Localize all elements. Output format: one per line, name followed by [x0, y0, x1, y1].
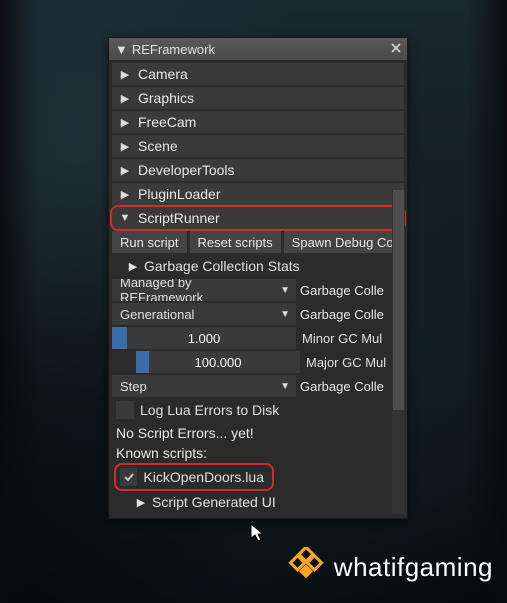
expand-icon: ▶	[118, 188, 132, 201]
gc-stats-header[interactable]: ▶ Garbage Collection Stats	[112, 255, 404, 277]
gc-step-label: Garbage Colle	[300, 375, 384, 397]
known-script-item[interactable]: KickOpenDoors.lua	[116, 465, 272, 489]
script-name: KickOpenDoors.lua	[143, 469, 264, 485]
combo-value: Managed by REFramework	[120, 279, 272, 301]
combo-value: Generational	[120, 307, 194, 322]
major-gc-slider[interactable]: 100.000	[136, 351, 300, 373]
tree-item-camera[interactable]: ▶ Camera	[112, 63, 404, 85]
watermark-logo: whatifgaming	[284, 547, 493, 587]
gc-stats-label: Garbage Collection Stats	[144, 258, 300, 274]
vertical-scrollbar[interactable]	[392, 190, 405, 514]
scrollbar-thumb[interactable]	[393, 190, 404, 410]
spawn-debug-button[interactable]: Spawn Debug Co	[284, 231, 402, 253]
gc-managed-combo[interactable]: Managed by REFramework ▼	[112, 279, 296, 301]
tree-label: ScriptRunner	[138, 210, 220, 226]
tree-label: Camera	[138, 66, 188, 82]
chevron-down-icon: ▼	[280, 285, 290, 296]
window-body: ▶ Camera ▶ Graphics ▶ FreeCam ▶ Scene ▶ …	[109, 60, 407, 518]
close-icon[interactable]	[389, 42, 403, 57]
gc-type-combo[interactable]: Generational ▼	[112, 303, 296, 325]
collapse-icon: ▼	[118, 212, 132, 224]
log-errors-label: Log Lua Errors to Disk	[140, 402, 279, 418]
tree-item-developertools[interactable]: ▶ DeveloperTools	[112, 159, 404, 181]
tree-label: DeveloperTools	[138, 162, 235, 178]
minor-gc-slider[interactable]: 1.000	[112, 327, 296, 349]
brand-icon	[284, 547, 328, 587]
reframework-window: ▼ REFramework ▶ Camera ▶ Graphics ▶ Free…	[108, 37, 408, 519]
brand-text: whatifgaming	[334, 552, 493, 583]
expand-icon: ▶	[118, 164, 132, 177]
tree-item-pluginloader[interactable]: ▶ PluginLoader	[112, 183, 404, 205]
tree-item-freecam[interactable]: ▶ FreeCam	[112, 111, 404, 133]
expand-icon: ▶	[118, 92, 132, 105]
tree-item-graphics[interactable]: ▶ Graphics	[112, 87, 404, 109]
chevron-down-icon: ▼	[280, 381, 290, 392]
gc-step-combo[interactable]: Step ▼	[112, 375, 296, 397]
expand-icon: ▶	[134, 496, 148, 509]
run-script-button[interactable]: Run script	[112, 231, 187, 253]
reset-scripts-button[interactable]: Reset scripts	[190, 231, 281, 253]
known-scripts-label: Known scripts:	[112, 443, 404, 463]
tree-label: Graphics	[138, 90, 194, 106]
slider-value: 100.000	[136, 351, 300, 373]
script-button-row: Run script Reset scripts Spawn Debug Co	[112, 231, 404, 253]
chevron-down-icon: ▼	[280, 309, 290, 320]
gc-type-label: Garbage Colle	[300, 303, 384, 325]
script-generated-ui-header[interactable]: ▶ Script Generated UI	[112, 491, 404, 513]
tree-item-scene[interactable]: ▶ Scene	[112, 135, 404, 157]
script-gen-ui-label: Script Generated UI	[152, 494, 276, 510]
log-errors-row: Log Lua Errors to Disk	[112, 399, 404, 421]
window-titlebar[interactable]: ▼ REFramework	[109, 38, 407, 60]
expand-icon: ▶	[118, 140, 132, 153]
script-error-status: No Script Errors... yet!	[112, 423, 404, 443]
expand-icon: ▶	[118, 68, 132, 81]
expand-icon: ▶	[118, 116, 132, 129]
gc-managed-label: Garbage Colle	[300, 279, 384, 301]
expand-icon: ▶	[126, 260, 140, 273]
collapse-icon[interactable]: ▼	[115, 42, 128, 57]
slider-value: 1.000	[112, 327, 296, 349]
tree-label: Scene	[138, 138, 178, 154]
script-enabled-checkbox[interactable]	[120, 468, 137, 486]
log-errors-checkbox[interactable]	[116, 401, 134, 419]
tree-label: FreeCam	[138, 114, 196, 130]
window-title: REFramework	[132, 42, 215, 57]
combo-value: Step	[120, 379, 147, 394]
minor-gc-label: Minor GC Mul	[302, 327, 382, 349]
major-gc-label: Major GC Mul	[306, 351, 386, 373]
tree-item-scriptrunner[interactable]: ▼ ScriptRunner	[112, 207, 404, 229]
tree-label: PluginLoader	[138, 186, 221, 202]
